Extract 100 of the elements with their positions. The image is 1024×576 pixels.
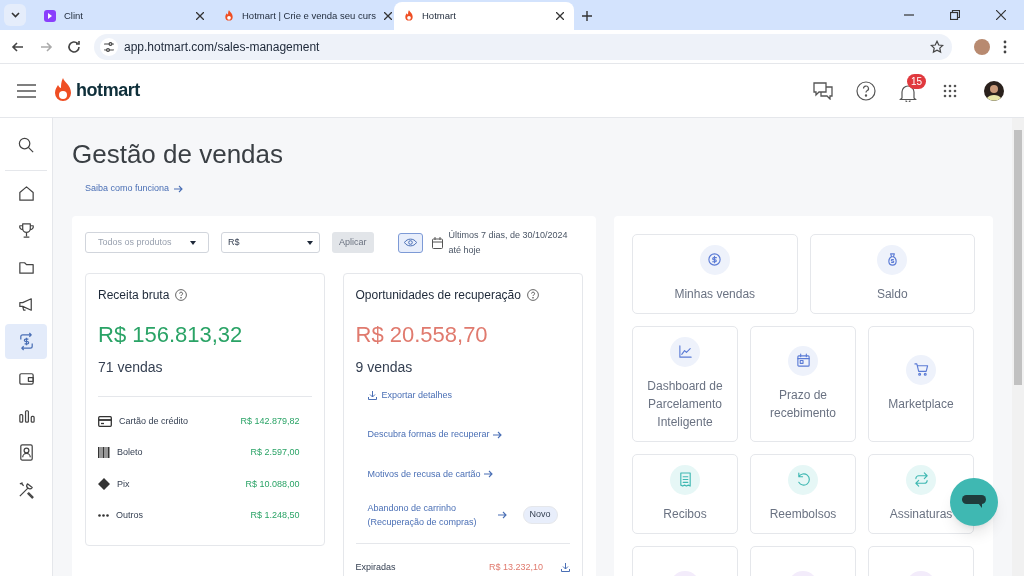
- bookmark-star-icon[interactable]: [930, 39, 944, 54]
- shortcut-label: Prazo de recebimento: [768, 386, 837, 422]
- arrow-right-icon: [492, 430, 502, 439]
- shortcut-label: Saldo: [875, 285, 909, 303]
- close-tab-icon[interactable]: [196, 12, 204, 20]
- profile-avatar[interactable]: [974, 38, 990, 55]
- recovery-link[interactable]: Motivos de recusa de cartão: [367, 467, 493, 481]
- shortcut-card[interactable]: Reembolsos: [750, 453, 856, 534]
- dollar-icon: [699, 244, 730, 275]
- line-chart-icon: [670, 336, 700, 367]
- expired-value: R$ 13.232,10: [488, 561, 543, 574]
- help-icon[interactable]: [856, 80, 876, 101]
- reload-icon[interactable]: [66, 38, 82, 55]
- payment-method-value: R$ 2.597,00: [250, 446, 300, 459]
- new-badge: Novo: [522, 506, 558, 524]
- calendar-icon: [788, 345, 818, 376]
- shortcut-label: Marketplace: [887, 395, 955, 413]
- payment-method-value: R$ 10.088,00: [245, 477, 300, 491]
- menu-icon[interactable]: [17, 83, 36, 98]
- card-title: Oportunidades de recuperação: [355, 286, 521, 304]
- sales-count: 71 vendas: [98, 357, 164, 377]
- period-text: Últimos 7 dias, de 30/10/2024 até hoje: [448, 228, 569, 257]
- pix-icon: [98, 478, 110, 491]
- url-text: app.hotmart.com/sales-management: [124, 38, 321, 56]
- browser-tab[interactable]: Clint: [34, 2, 214, 30]
- recovery-link[interactable]: Descubra formas de recuperar: [367, 428, 502, 442]
- cart-abandon-link[interactable]: Abandono de carrinho (Recuperação de compras): [367, 501, 507, 529]
- app-logo-icon: [44, 10, 56, 22]
- payment-method-label: Boleto: [117, 446, 144, 459]
- shortcut-card[interactable]: Prazo de recebimento: [750, 325, 856, 442]
- help-icon[interactable]: [175, 288, 188, 301]
- download-icon: [367, 390, 377, 400]
- credit-card-icon: [98, 415, 112, 427]
- new-tab-icon[interactable]: [582, 11, 592, 21]
- chat-bubble-icon: [962, 495, 986, 509]
- payment-method-label: Outros: [116, 509, 144, 522]
- notification-count-badge: 15: [907, 73, 927, 89]
- shortcut-card[interactable]: Minhas vendas: [632, 233, 798, 314]
- shortcut-card[interactable]: Recibos: [632, 453, 738, 534]
- eye-icon: [403, 238, 417, 247]
- caret-icon: [10, 12, 20, 18]
- flame-icon: [404, 10, 414, 22]
- sales-count: 9 vendas: [355, 357, 414, 377]
- arrow-right-icon: [174, 184, 184, 193]
- shortcut-label: Recibos: [662, 505, 708, 523]
- brand-logo-text: hotmart: [76, 79, 140, 102]
- apps-grid-icon[interactable]: [943, 83, 957, 98]
- address-bar[interactable]: app.hotmart.com/sales-management: [94, 33, 952, 60]
- barcode-icon: [98, 447, 110, 459]
- shortcut-card[interactable]: Saldo: [809, 233, 975, 314]
- notification-bell-icon[interactable]: [899, 83, 917, 102]
- payment-method-value: R$ 142.879,82: [240, 414, 300, 428]
- home-icon: [16, 184, 36, 203]
- browser-tab[interactable]: Hotmart: [394, 2, 574, 30]
- flame-icon: [224, 10, 234, 22]
- flame-logo-icon: [53, 77, 73, 104]
- search-icon: [16, 136, 36, 155]
- close-tab-icon[interactable]: [556, 12, 564, 20]
- close-icon[interactable]: [996, 10, 1006, 20]
- payment-method-label: Pix: [117, 477, 131, 491]
- page-title: Gestão de vendas: [72, 138, 285, 170]
- tab-search-button[interactable]: [4, 4, 26, 26]
- product-select[interactable]: Todos os produtos: [85, 232, 209, 253]
- arrow-right-icon: [497, 511, 507, 519]
- repeat-icon: [906, 464, 936, 495]
- close-tab-icon[interactable]: [383, 12, 392, 20]
- more-dots-icon: [98, 514, 109, 518]
- recovery-amount: R$ 20.558,70: [355, 320, 489, 349]
- chat-icon[interactable]: [813, 81, 833, 100]
- scrollbar[interactable]: [1012, 118, 1024, 576]
- shortcut-card[interactable]: Marketplace: [868, 325, 974, 442]
- shortcut-card[interactable]: Assinaturas: [868, 453, 974, 534]
- arrow-right-icon: [483, 470, 493, 479]
- site-settings-icon[interactable]: [100, 37, 118, 56]
- card-title: Receita bruta: [98, 286, 170, 304]
- user-avatar[interactable]: [984, 80, 1004, 101]
- calendar-icon: [431, 236, 443, 249]
- undo-icon: [788, 464, 818, 495]
- browser-tab[interactable]: Hotmart | Crie e venda seu curs: [214, 2, 394, 30]
- shortcut-label: Dashboard de Parcelamento Inteligente: [646, 377, 724, 431]
- help-link[interactable]: Saiba como funciona: [85, 182, 184, 196]
- cart-icon: [906, 354, 936, 385]
- revenue-amount: R$ 156.813,32: [98, 320, 244, 349]
- restore-icon[interactable]: [950, 10, 960, 20]
- shortcut-label: Assinaturas: [888, 505, 954, 523]
- payment-method-label: Cartão de crédito: [119, 414, 190, 428]
- trophy-icon: [16, 221, 36, 240]
- help-icon[interactable]: [526, 288, 539, 301]
- receipt-icon: [670, 464, 700, 495]
- shortcut-label: Minhas vendas: [673, 285, 757, 303]
- export-link[interactable]: Exportar detalhes: [367, 388, 453, 402]
- visibility-toggle-button[interactable]: [397, 232, 423, 253]
- more-icon[interactable]: [1003, 39, 1007, 54]
- download-icon[interactable]: [561, 563, 570, 573]
- payment-method-value: R$ 1.248,50: [250, 509, 300, 522]
- money-bag-icon: [877, 244, 908, 275]
- shortcut-label: Reembolsos: [768, 505, 838, 523]
- shortcut-card[interactable]: Dashboard de Parcelamento Inteligente: [632, 325, 738, 442]
- currency-select[interactable]: R$: [221, 232, 320, 253]
- expired-label: Expiradas: [355, 561, 397, 574]
